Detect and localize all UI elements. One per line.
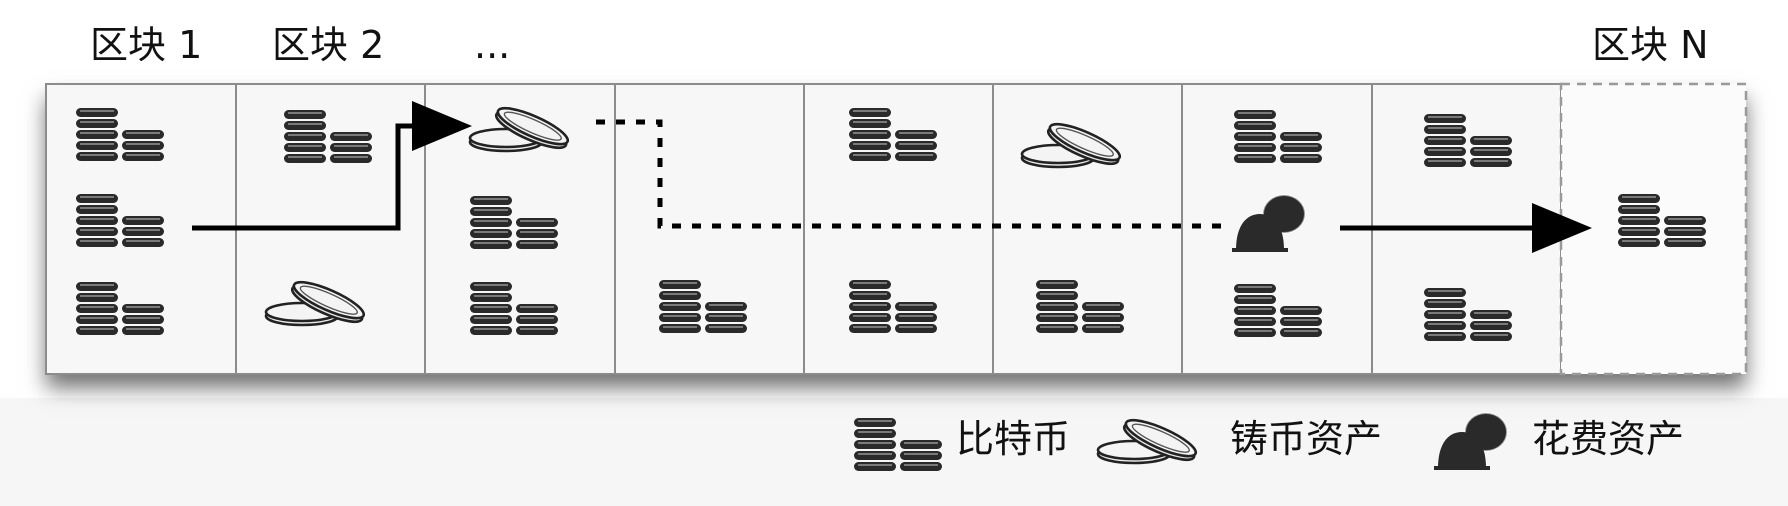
legend-bitcoin-label: 比特币 [956, 417, 1071, 461]
legend-spent-asset-icon [1433, 412, 1508, 471]
legend-minted-asset-label: 铸币资产 [1230, 417, 1383, 461]
legend-spent-asset-label: 花费资产 [1532, 417, 1685, 461]
blockchain-diagram [45, 82, 1748, 472]
legend-bitcoin-icon [853, 417, 943, 472]
legend-minted-asset-icon [1096, 412, 1201, 468]
